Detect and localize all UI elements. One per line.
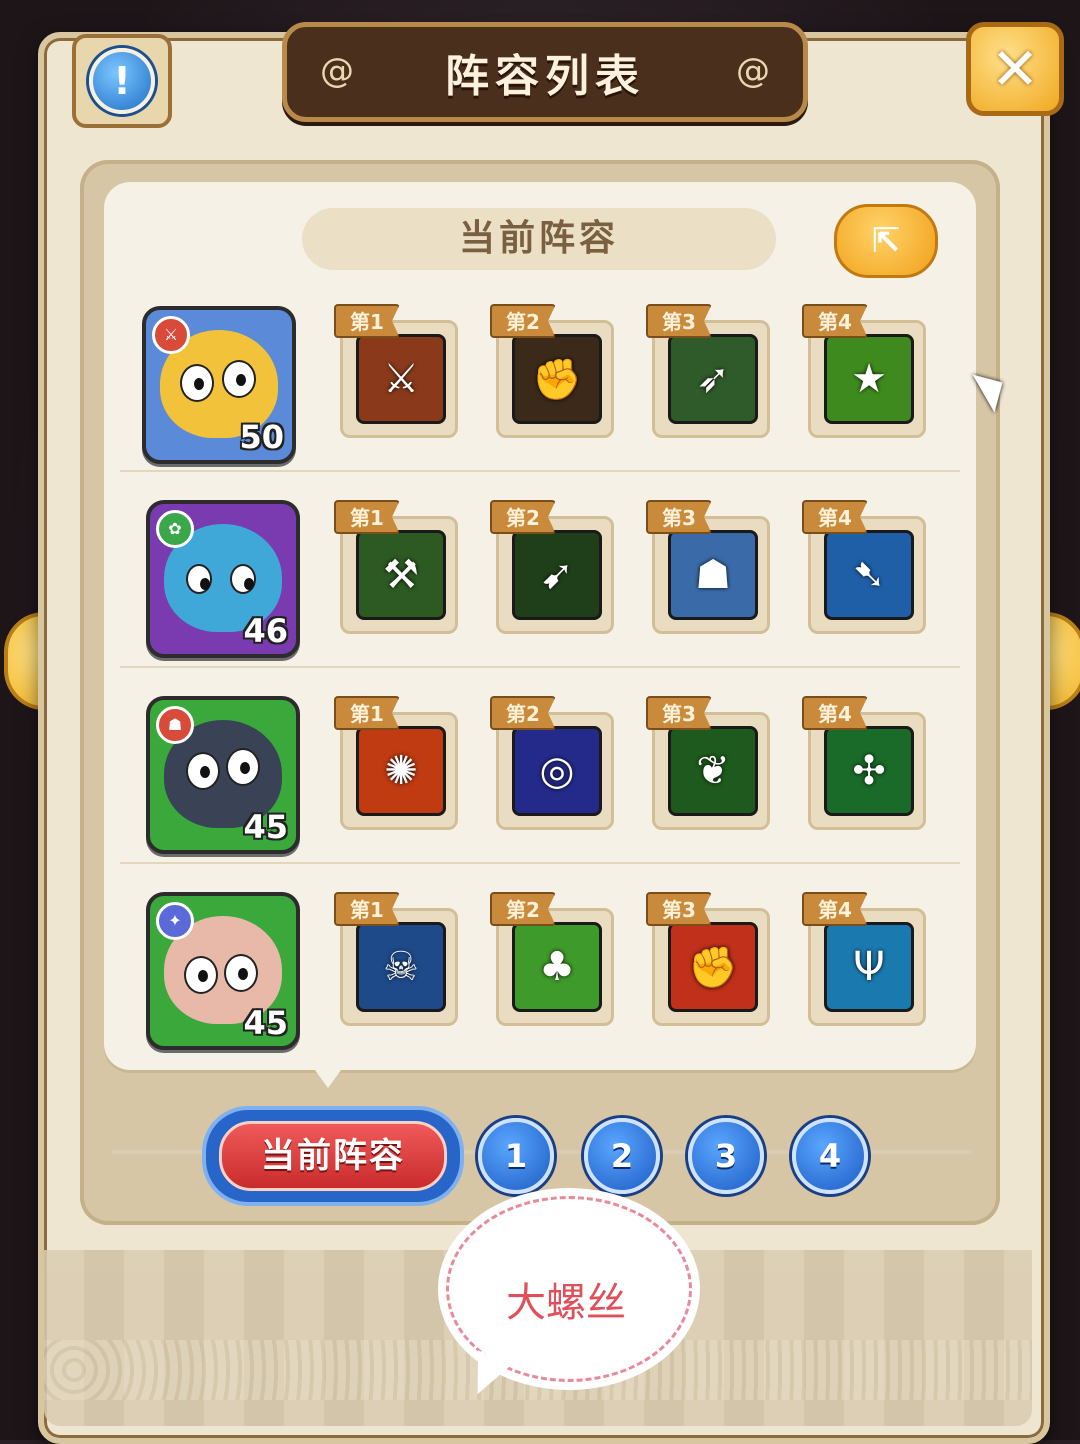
skill-order-tag: 第3 <box>646 696 712 730</box>
green-spear-icon: ➹ <box>512 530 602 620</box>
skill-slot[interactable]: ★ 第4 <box>802 304 926 438</box>
skill-order-tag: 第4 <box>802 892 868 926</box>
skill-order-tag: 第3 <box>646 500 712 534</box>
skill-slot[interactable]: ➷ 第4 <box>802 500 926 634</box>
eye <box>226 748 260 786</box>
skill-order-tag: 第2 <box>490 304 556 338</box>
green-leaf-icon: ✣ <box>824 726 914 816</box>
hero-level: 46 <box>243 612 288 650</box>
title-plate: @ 阵容列表 @ <box>282 22 808 122</box>
class-badge-icon: ☗ <box>156 706 194 744</box>
tiger-icon: ☗ <box>668 530 758 620</box>
card-pointer <box>312 1066 344 1088</box>
skill-order-tag: 第4 <box>802 696 868 730</box>
eye <box>186 564 212 594</box>
watermark-text: 大螺丝 <box>506 1280 626 1326</box>
skill-slot[interactable]: ♣ 第2 <box>490 892 614 1026</box>
skill-slot[interactable]: ✣ 第4 <box>802 696 926 830</box>
skill-slot[interactable]: ✺ 第1 <box>334 696 458 830</box>
tab-lineup-3[interactable]: 3 <box>688 1118 764 1194</box>
eye <box>186 752 220 790</box>
skill-order-tag: 第1 <box>334 304 400 338</box>
skill-slot[interactable]: ◎ 第2 <box>490 696 614 830</box>
tab-current-lineup[interactable]: 当前阵容 <box>202 1106 464 1206</box>
eye <box>230 564 256 594</box>
skill-slot[interactable]: Ψ 第4 <box>802 892 926 1026</box>
skill-slot[interactable]: ☠ 第1 <box>334 892 458 1026</box>
vine-icon: ❦ <box>668 726 758 816</box>
page-title: 阵容列表 <box>445 51 645 102</box>
tab-lineup-1[interactable]: 1 <box>478 1118 554 1194</box>
fire-fist-icon: ✊ <box>668 922 758 1012</box>
skill-slot[interactable]: ❦ 第3 <box>646 696 770 830</box>
skill-slot[interactable]: ✊ 第2 <box>490 304 614 438</box>
skill-slot[interactable]: ✊ 第3 <box>646 892 770 1026</box>
exclamation-icon: ! <box>89 48 155 114</box>
skill-slot[interactable]: ☗ 第3 <box>646 500 770 634</box>
eye <box>224 954 258 992</box>
blue-circle-icon: ◎ <box>512 726 602 816</box>
share-icon: ⇱ <box>871 221 901 261</box>
spear-strike-icon: ➶ <box>668 334 758 424</box>
share-button[interactable]: ⇱ <box>834 204 938 278</box>
skill-order-tag: 第3 <box>646 304 712 338</box>
row-divider <box>120 666 960 668</box>
crossed-swords-icon: ⚔ <box>356 334 446 424</box>
info-button[interactable]: ! <box>72 34 172 128</box>
eye <box>180 364 214 402</box>
hero-level: 45 <box>243 808 288 846</box>
skull-fist-icon: ✊ <box>512 334 602 424</box>
swirl-left-icon: @ <box>320 51 354 91</box>
class-badge-icon: ✿ <box>156 510 194 548</box>
row-divider <box>120 470 960 472</box>
skill-order-tag: 第3 <box>646 892 712 926</box>
skill-order-tag: 第1 <box>334 892 400 926</box>
skill-order-tag: 第2 <box>490 892 556 926</box>
blue-spearhead-icon: ➷ <box>824 530 914 620</box>
hero-level: 50 <box>239 418 284 456</box>
skill-order-tag: 第4 <box>802 304 868 338</box>
ice-trident-icon: Ψ <box>824 922 914 1012</box>
skill-order-tag: 第1 <box>334 500 400 534</box>
hero-level: 45 <box>243 1004 288 1042</box>
row-divider <box>120 862 960 864</box>
skill-slot[interactable]: ➹ 第2 <box>490 500 614 634</box>
hero-portrait[interactable]: ☗ 45 <box>146 696 300 854</box>
panda-warrior-icon: ⚒ <box>356 530 446 620</box>
tab-lineup-2[interactable]: 2 <box>584 1118 660 1194</box>
star-shield-icon: ★ <box>824 334 914 424</box>
skill-slot[interactable]: ⚔ 第1 <box>334 304 458 438</box>
skill-order-tag: 第2 <box>490 500 556 534</box>
skill-order-tag: 第1 <box>334 696 400 730</box>
class-badge-icon: ⚔ <box>152 316 190 354</box>
hero-portrait[interactable]: ✿ 46 <box>146 500 300 658</box>
close-button[interactable]: ✕ <box>966 22 1064 116</box>
class-badge-icon: ✦ <box>156 902 194 940</box>
eye <box>222 360 256 398</box>
red-mask-icon: ☠ <box>356 922 446 1012</box>
hero-portrait[interactable]: ✦ 45 <box>146 892 300 1050</box>
skill-order-tag: 第4 <box>802 500 868 534</box>
section-title: 当前阵容 <box>302 208 776 270</box>
close-icon: ✕ <box>990 35 1040 103</box>
eye <box>184 956 218 994</box>
paw-burst-icon: ✺ <box>356 726 446 816</box>
hero-portrait[interactable]: ⚔ 50 <box>142 306 296 464</box>
skill-order-tag: 第2 <box>490 696 556 730</box>
skill-slot[interactable]: ➶ 第3 <box>646 304 770 438</box>
tab-lineup-4[interactable]: 4 <box>792 1118 868 1194</box>
skill-slot[interactable]: ⚒ 第1 <box>334 500 458 634</box>
tab-current-label: 当前阵容 <box>219 1121 447 1191</box>
clover-field-icon: ♣ <box>512 922 602 1012</box>
swirl-right-icon: @ <box>736 51 770 91</box>
